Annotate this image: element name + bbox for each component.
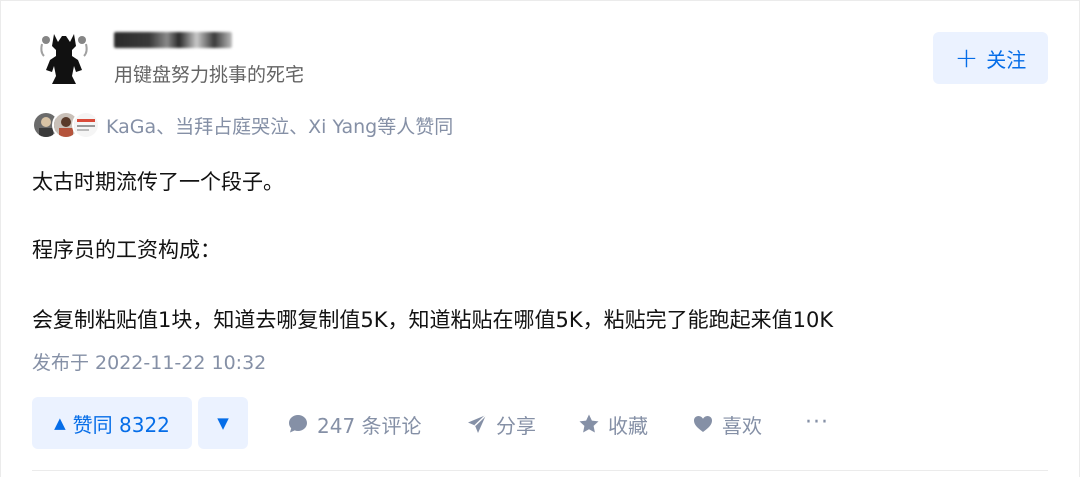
upvote-button[interactable]: ▲ 赞同 8322 [32,397,192,449]
comments-button[interactable]: 247 条评论 [287,410,422,438]
card-top-border [0,0,1080,1]
voters-text[interactable]: KaGa、当拜占庭哭泣、Xi Yang等人赞同 [106,112,453,139]
avatar-silhouette-icon [32,26,96,90]
comments-label: 247 条评论 [317,413,422,438]
content-paragraph: 太古时期流传了一个段子。 [32,170,284,194]
downvote-button[interactable]: ▼ [198,397,248,449]
content-paragraph: 会复制粘贴值1块，知道去哪复制值5K，知道粘贴在哪值5K，粘贴完了能跑起来值10… [32,308,834,332]
author-avatar[interactable] [32,26,96,90]
heart-icon [694,416,712,432]
share-icon [468,414,487,433]
plus-icon: + [954,41,979,74]
star-icon [579,414,599,433]
favorite-button[interactable]: 收藏 [578,410,648,438]
voter-avatar[interactable] [72,111,100,139]
comment-icon [289,415,307,433]
publish-time[interactable]: 发布于 2022-11-22 10:32 [32,348,266,375]
card-left-border [0,0,1,477]
follow-button[interactable]: + 关注 [933,32,1048,84]
voters-row: KaGa、当拜占庭哭泣、Xi Yang等人赞同 [32,111,453,139]
like-button[interactable]: 喜欢 [692,410,762,438]
more-icon[interactable]: ··· [805,410,829,435]
triangle-up-icon: ▲ [54,414,66,432]
upvote-label: 赞同 8322 [72,412,170,437]
share-button[interactable]: 分享 [466,410,536,438]
author-bio: 用键盘努力挑事的死宅 [114,64,305,86]
card-divider [32,470,1048,471]
follow-label: 关注 [986,47,1027,72]
share-label: 分享 [496,413,536,438]
like-label: 喜欢 [722,413,762,438]
content-paragraph: 程序员的工资构成： [32,238,221,262]
favorite-label: 收藏 [608,413,648,438]
triangle-down-icon: ▼ [217,414,229,432]
